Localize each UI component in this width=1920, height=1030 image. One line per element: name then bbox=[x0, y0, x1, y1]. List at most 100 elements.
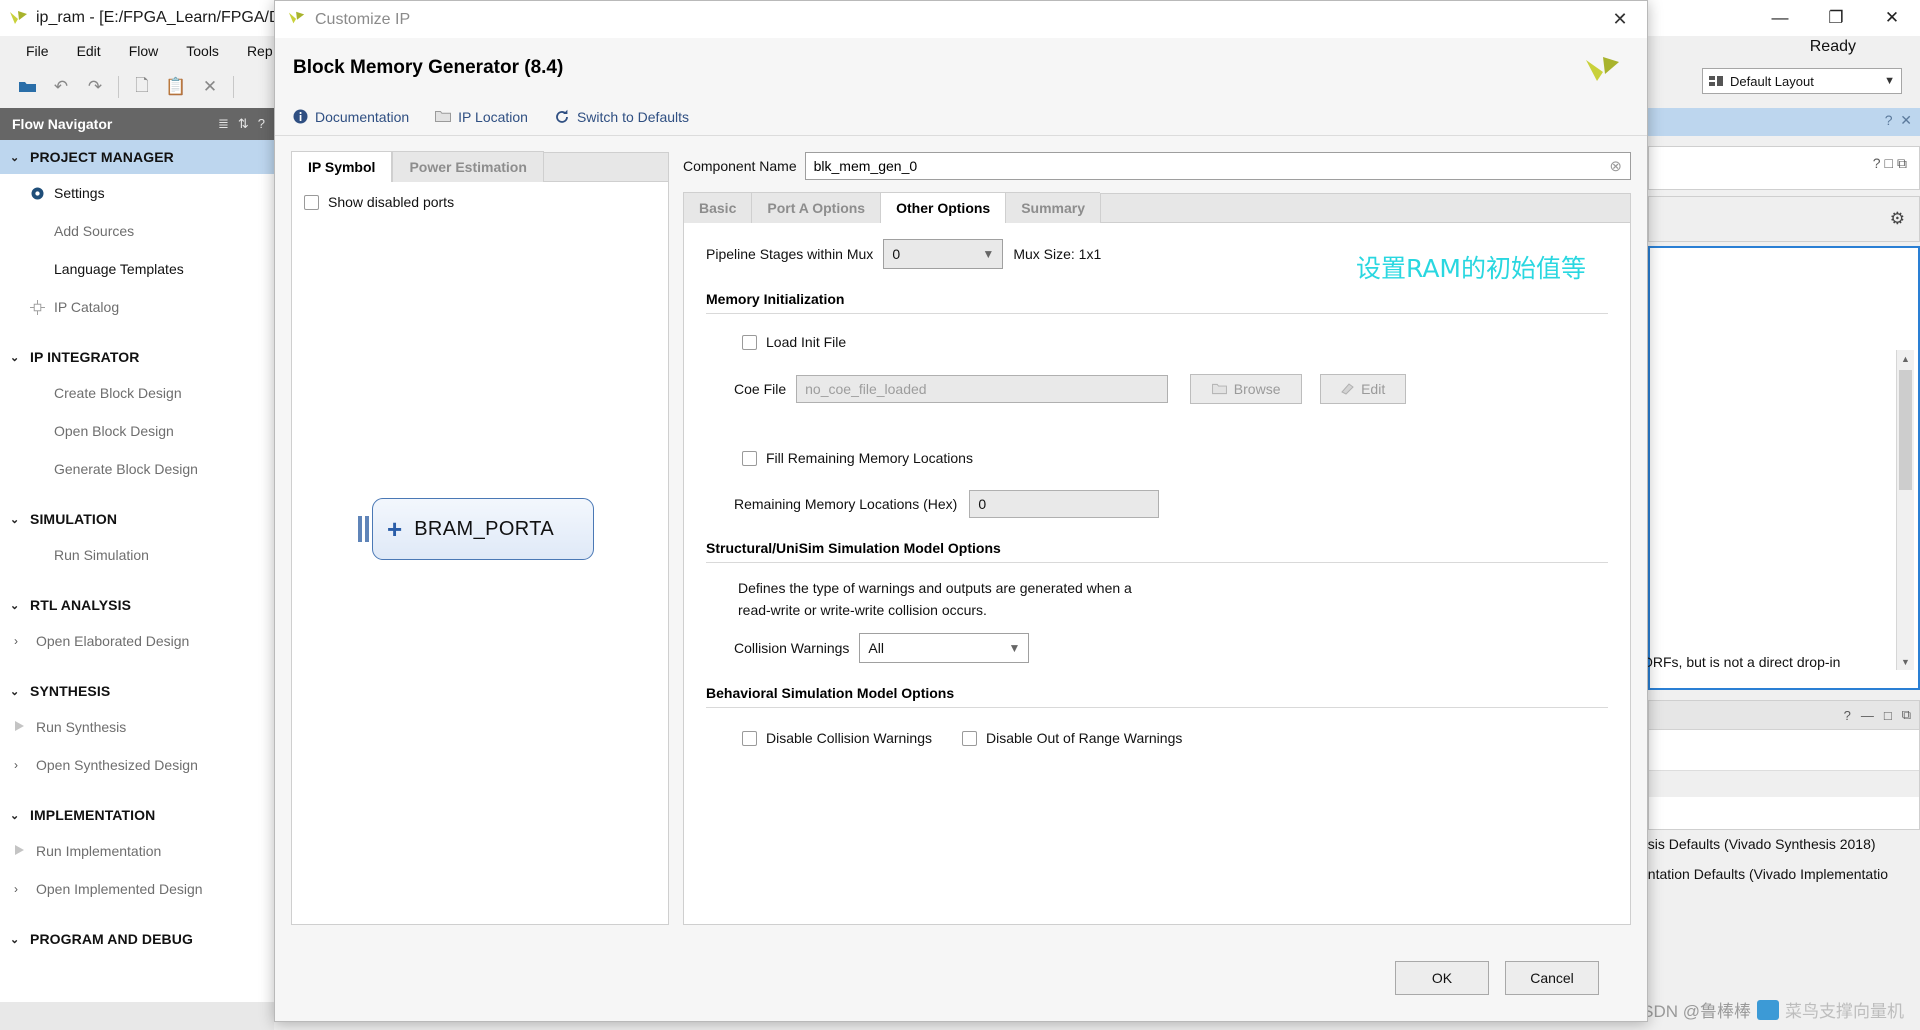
show-disabled-ports-row[interactable]: Show disabled ports bbox=[304, 194, 656, 210]
maximize-button[interactable]: ❐ bbox=[1808, 0, 1864, 36]
disable-out-of-range-warnings-row[interactable]: Disable Out of Range Warnings bbox=[962, 730, 1182, 746]
nav-section-program-and-debug[interactable]: ⌄ PROGRAM AND DEBUG bbox=[0, 922, 274, 956]
nav-section-gap bbox=[0, 660, 274, 674]
sidebar-item-add-sources[interactable]: Add Sources bbox=[0, 212, 274, 250]
sidebar-item-language-templates[interactable]: Language Templates bbox=[0, 250, 274, 288]
chevron-right-icon[interactable]: › bbox=[14, 882, 36, 896]
tab-basic[interactable]: Basic bbox=[683, 192, 752, 223]
bg-vertical-scrollbar[interactable]: ▲ ▼ bbox=[1896, 350, 1914, 670]
minimize-icon[interactable]: — bbox=[1861, 708, 1874, 723]
browse-button[interactable]: Browse bbox=[1190, 374, 1303, 404]
nav-section-simulation[interactable]: ⌄ SIMULATION bbox=[0, 502, 274, 536]
tab-power-estimation[interactable]: Power Estimation bbox=[392, 151, 544, 182]
tab-port-a-options[interactable]: Port A Options bbox=[751, 192, 881, 223]
sidebar-item-ip-catalog[interactable]: IP Catalog bbox=[0, 288, 274, 326]
load-init-file-row[interactable]: Load Init File bbox=[742, 334, 1608, 350]
collision-warnings-select[interactable]: All ▼ bbox=[859, 633, 1030, 663]
ok-button[interactable]: OK bbox=[1395, 961, 1489, 995]
switch-to-defaults-link[interactable]: Switch to Defaults bbox=[554, 109, 689, 125]
bg-implementation-defaults-text: entation Defaults (Vivado Implementatio bbox=[1640, 866, 1888, 882]
chevron-right-icon[interactable]: › bbox=[14, 758, 36, 772]
sidebar-item-open-synthesized-design[interactable]: › Open Synthesized Design bbox=[0, 746, 274, 784]
vivado-window-title: ip_ram - [E:/FPGA_Learn/FPGA/Day bbox=[36, 9, 298, 26]
menu-edit[interactable]: Edit bbox=[63, 41, 115, 61]
show-disabled-ports-checkbox[interactable] bbox=[304, 194, 319, 210]
copy-icon[interactable]: 🗋 bbox=[125, 72, 159, 102]
sidebar-item-label: Run Simulation bbox=[54, 547, 149, 563]
flow-navigator-footer bbox=[0, 1002, 274, 1030]
minimize-button[interactable]: — bbox=[1752, 0, 1808, 36]
pipeline-stages-select[interactable]: 0 ▼ bbox=[883, 239, 1004, 269]
help-icon[interactable]: ? bbox=[258, 116, 265, 132]
sidebar-item-generate-block-design[interactable]: Generate Block Design bbox=[0, 450, 274, 488]
scroll-down-icon[interactable]: ▼ bbox=[1897, 653, 1914, 670]
sidebar-item-open-implemented-design[interactable]: › Open Implemented Design bbox=[0, 870, 274, 908]
layout-icon bbox=[1709, 75, 1723, 87]
sidebar-item-create-block-design[interactable]: Create Block Design bbox=[0, 374, 274, 412]
component-name-input[interactable]: blk_mem_gen_0 ⊗ bbox=[804, 152, 1631, 180]
edit-button[interactable]: Edit bbox=[1320, 374, 1407, 404]
tab-other-options[interactable]: Other Options bbox=[880, 192, 1006, 223]
nav-section-project-manager[interactable]: ⌄ PROJECT MANAGER bbox=[0, 140, 274, 174]
nav-section-implementation[interactable]: ⌄ IMPLEMENTATION bbox=[0, 798, 274, 832]
fill-remaining-row[interactable]: Fill Remaining Memory Locations bbox=[742, 450, 1608, 466]
nav-section-synthesis[interactable]: ⌄ SYNTHESIS bbox=[0, 674, 274, 708]
gear-icon[interactable]: ⚙ bbox=[1890, 209, 1905, 229]
sidebar-item-run-synthesis[interactable]: Run Synthesis bbox=[0, 708, 274, 746]
maximize-icon[interactable]: □ bbox=[1884, 708, 1892, 723]
nav-section-gap bbox=[0, 784, 274, 798]
sidebar-item-run-simulation[interactable]: Run Simulation bbox=[0, 536, 274, 574]
dialog-close-button[interactable]: ✕ bbox=[1597, 3, 1643, 37]
vivado-logo-icon bbox=[8, 8, 30, 28]
play-icon[interactable] bbox=[14, 720, 36, 735]
clear-icon[interactable]: ⊗ bbox=[1609, 157, 1622, 175]
chevron-down-icon: ⌄ bbox=[10, 809, 20, 822]
sidebar-item-label: Create Block Design bbox=[54, 385, 182, 401]
expand-port-icon[interactable]: + bbox=[387, 516, 402, 542]
coe-file-input[interactable]: no_coe_file_loaded bbox=[796, 375, 1169, 403]
nav-section-rtl-analysis[interactable]: ⌄ RTL ANALYSIS bbox=[0, 588, 274, 622]
menu-tools[interactable]: Tools bbox=[172, 41, 233, 61]
close-button[interactable]: ✕ bbox=[1864, 0, 1920, 36]
menu-file[interactable]: File bbox=[12, 41, 63, 61]
collapse-all-icon[interactable]: ≣ bbox=[218, 116, 229, 132]
undo-icon[interactable]: ↶ bbox=[44, 72, 78, 102]
redo-icon[interactable]: ↷ bbox=[78, 72, 112, 102]
disable-collision-warnings-row[interactable]: Disable Collision Warnings bbox=[742, 730, 932, 746]
remaining-hex-input[interactable]: 0 bbox=[969, 490, 1160, 518]
help-icon[interactable]: ? bbox=[1844, 708, 1851, 723]
delete-icon[interactable]: ✕ bbox=[193, 72, 227, 102]
sidebar-item-label: Open Elaborated Design bbox=[36, 633, 190, 649]
sidebar-item-open-block-design[interactable]: Open Block Design bbox=[0, 412, 274, 450]
paste-icon[interactable]: 📋 bbox=[159, 72, 193, 102]
open-project-icon[interactable] bbox=[10, 72, 44, 102]
ip-location-link[interactable]: IP Location bbox=[435, 109, 528, 125]
scroll-up-icon[interactable]: ▲ bbox=[1897, 350, 1914, 367]
documentation-link[interactable]: Documentation bbox=[293, 109, 409, 125]
fill-remaining-checkbox[interactable] bbox=[742, 450, 757, 466]
tab-summary[interactable]: Summary bbox=[1005, 192, 1101, 223]
sidebar-item-open-elaborated-design[interactable]: › Open Elaborated Design bbox=[0, 622, 274, 660]
dialog-footer: OK Cancel bbox=[275, 935, 1647, 1021]
cancel-button[interactable]: Cancel bbox=[1505, 961, 1599, 995]
chevron-right-icon[interactable]: › bbox=[14, 634, 36, 648]
load-init-file-checkbox[interactable] bbox=[742, 334, 757, 350]
layout-selector[interactable]: Default Layout ▼ bbox=[1702, 68, 1902, 94]
nav-section-ip-integrator[interactable]: ⌄ IP INTEGRATOR bbox=[0, 340, 274, 374]
sidebar-item-settings[interactable]: Settings bbox=[0, 174, 274, 212]
disable-out-of-range-warnings-checkbox[interactable] bbox=[962, 730, 977, 746]
menu-flow[interactable]: Flow bbox=[115, 41, 173, 61]
popout-icon[interactable]: ⧉ bbox=[1902, 707, 1911, 723]
tab-ip-symbol[interactable]: IP Symbol bbox=[291, 151, 393, 182]
nav-section-label: SIMULATION bbox=[30, 511, 118, 527]
scrollbar-thumb[interactable] bbox=[1899, 370, 1912, 490]
bram-porta-block[interactable]: + BRAM_PORTA bbox=[372, 498, 594, 560]
flow-navigator-panel[interactable]: ⌄ PROJECT MANAGER Settings Add Sources Langu… bbox=[0, 140, 275, 1002]
bg-properties-window-icons: ?□⧉ bbox=[1872, 155, 1911, 171]
sidebar-item-label: Language Templates bbox=[54, 261, 184, 277]
expand-toggle-icon[interactable]: ⇅ bbox=[238, 116, 249, 132]
component-name-row: Component Name blk_mem_gen_0 ⊗ bbox=[683, 151, 1631, 181]
play-icon[interactable] bbox=[14, 844, 36, 859]
disable-collision-warnings-checkbox[interactable] bbox=[742, 730, 757, 746]
sidebar-item-run-implementation[interactable]: Run Implementation bbox=[0, 832, 274, 870]
